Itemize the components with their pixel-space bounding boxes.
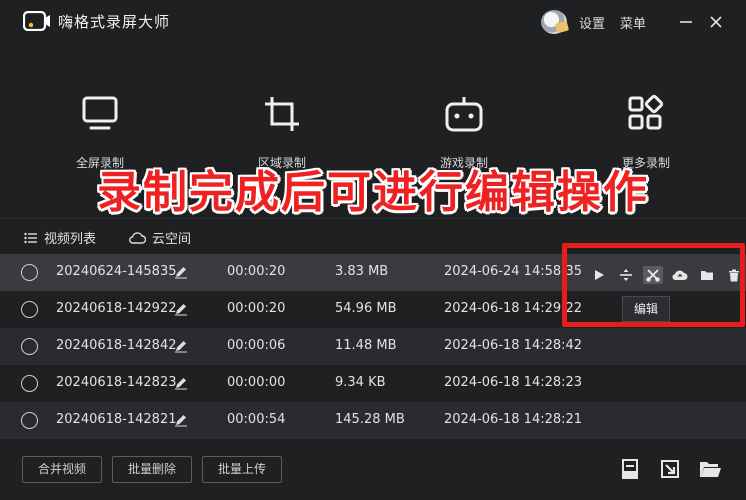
recording-size: 3.83 MB: [335, 264, 389, 279]
recording-size: 11.48 MB: [335, 338, 397, 353]
row-select-radio[interactable]: [21, 412, 38, 429]
batch-upload-button[interactable]: 批量上传: [202, 456, 282, 483]
open-folder-icon[interactable]: [698, 457, 722, 481]
vip-badge-icon: [554, 20, 570, 34]
app-logo-icon: [23, 11, 50, 31]
close-icon[interactable]: [706, 12, 726, 32]
export-icon[interactable]: [658, 457, 682, 481]
recording-size: 54.96 MB: [335, 301, 397, 316]
gamepad-icon: [445, 97, 483, 132]
monitor-icon: [82, 96, 118, 130]
highlight-frame: [562, 243, 745, 327]
recording-duration: 00:00:06: [227, 338, 286, 353]
app-title: 嗨格式录屏大师: [58, 13, 171, 31]
table-row[interactable]: 20240618-142842 00:00:06 11.48 MB 2024-0…: [0, 328, 746, 365]
apps-grid-icon: [628, 94, 664, 130]
row-select-radio[interactable]: [21, 375, 38, 392]
rename-pencil-icon[interactable]: [174, 302, 188, 316]
table-row[interactable]: 20240618-142823 00:00:00 9.34 KB 2024-06…: [0, 365, 746, 402]
recording-name: 20240618-142922: [56, 301, 177, 316]
rename-pencil-icon[interactable]: [174, 376, 188, 390]
recording-duration: 00:00:20: [227, 264, 286, 279]
list-icon: [24, 232, 37, 243]
import-icon[interactable]: [618, 457, 642, 481]
recording-duration: 00:00:20: [227, 301, 286, 316]
recording-date: 2024-06-18 14:28:42: [444, 338, 583, 353]
row-select-radio[interactable]: [21, 264, 38, 281]
recording-name: 20240618-142842: [56, 338, 177, 353]
recording-size: 145.28 MB: [335, 412, 405, 427]
menu-link[interactable]: 菜单: [620, 13, 646, 32]
tab-label: 视频列表: [44, 232, 97, 247]
tab-cloud-space[interactable]: 云空间: [129, 228, 191, 247]
table-row[interactable]: 20240618-142821 00:00:54 145.28 MB 2024-…: [0, 402, 746, 439]
row-select-radio[interactable]: [21, 338, 38, 355]
recording-duration: 00:00:54: [227, 412, 286, 427]
recording-duration: 00:00:00: [227, 375, 286, 390]
cloud-icon: [129, 231, 146, 244]
recording-name: 20240618-142823: [56, 375, 177, 390]
minimize-icon[interactable]: [676, 12, 696, 32]
tab-label: 云空间: [152, 232, 192, 247]
recording-date: 2024-06-18 14:28:23: [444, 375, 583, 390]
batch-delete-button[interactable]: 批量删除: [112, 456, 192, 483]
row-select-radio[interactable]: [21, 301, 38, 318]
recording-name: 20240624-145835: [56, 264, 177, 279]
recording-name: 20240618-142821: [56, 412, 177, 427]
rename-pencil-icon[interactable]: [174, 265, 188, 279]
tab-video-list[interactable]: 视频列表: [24, 228, 96, 247]
rename-pencil-icon[interactable]: [174, 413, 188, 427]
merge-videos-button[interactable]: 合并视频: [22, 456, 102, 483]
title-bar: 嗨格式录屏大师 设置 菜单: [0, 0, 746, 44]
settings-link[interactable]: 设置: [579, 13, 605, 32]
rename-pencil-icon[interactable]: [174, 339, 188, 353]
overlay-banner-text: 录制完成后可进行编辑操作: [97, 167, 649, 218]
recording-date: 2024-06-18 14:28:21: [444, 412, 583, 427]
crop-icon: [265, 97, 299, 131]
recording-size: 9.34 KB: [335, 375, 386, 390]
